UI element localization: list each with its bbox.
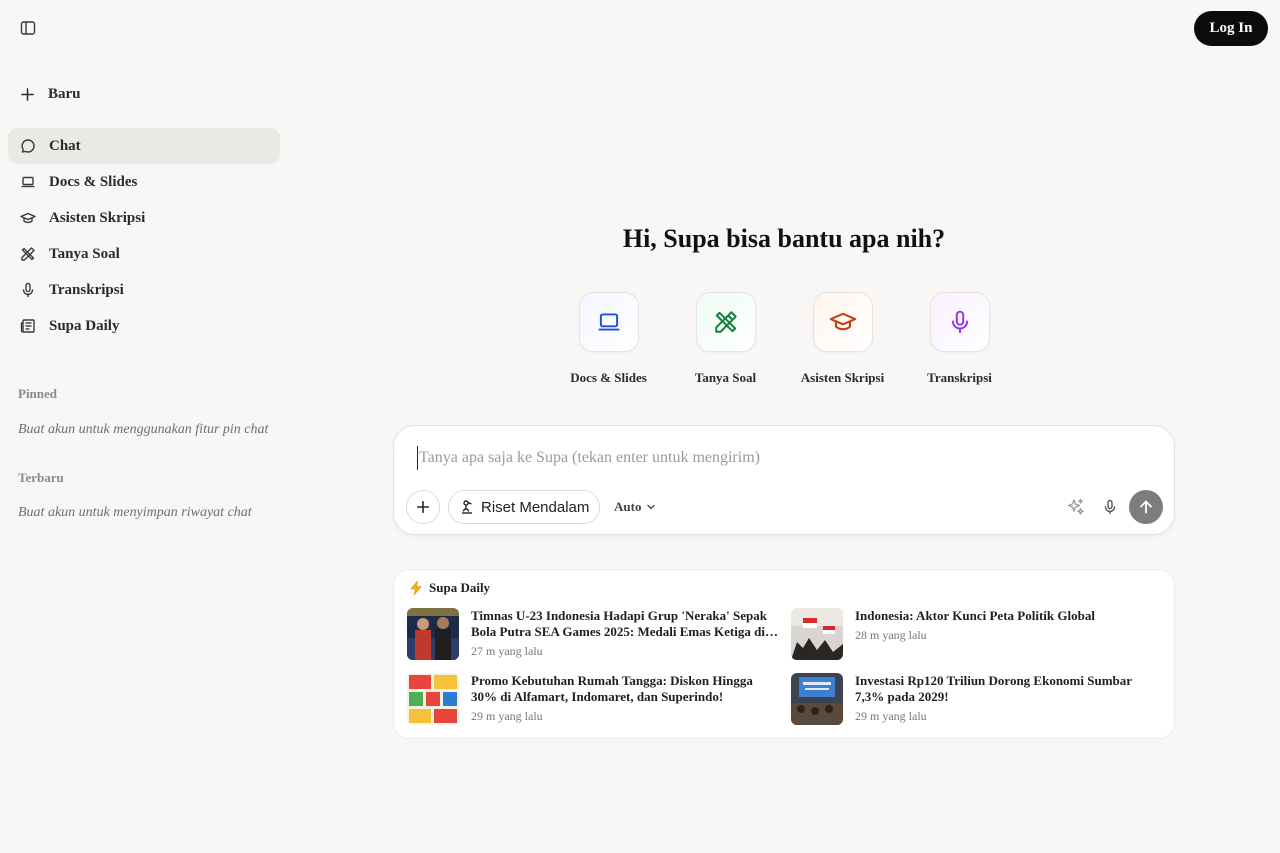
- sidebar-item-label: Chat: [49, 137, 81, 154]
- sidebar-item-asisten-skripsi[interactable]: Asisten Skripsi: [8, 200, 280, 236]
- sidebar-item-supa-daily[interactable]: Supa Daily: [8, 308, 280, 344]
- news-time: 29 m yang lalu: [471, 709, 543, 723]
- feature-label: Asisten Skripsi: [800, 370, 885, 385]
- microphone-icon: [1102, 499, 1118, 515]
- attach-button[interactable]: [406, 490, 440, 524]
- feature-label: Transkripsi: [927, 370, 992, 385]
- feature-asisten-skripsi[interactable]: Asisten Skripsi: [784, 292, 901, 386]
- news-time: 29 m yang lalu: [855, 709, 927, 723]
- lightning-icon: [408, 580, 424, 596]
- sidebar-item-transkripsi[interactable]: Transkripsi: [8, 272, 280, 308]
- news-thumbnail: [791, 608, 843, 660]
- pinned-section-label: Pinned: [18, 386, 58, 401]
- sidebar-item-label: Asisten Skripsi: [49, 209, 146, 226]
- chevron-down-icon: [645, 501, 657, 513]
- laptop-icon: [20, 174, 36, 190]
- news-item[interactable]: Timnas U-23 Indonesia Hadapi Grup 'Nerak…: [407, 608, 779, 662]
- microphone-icon: [929, 292, 990, 352]
- sidebar-item-chat[interactable]: Chat: [8, 128, 280, 164]
- supa-daily-panel: Supa Daily Timnas U-23 Indonesia Hadapi …: [393, 569, 1175, 739]
- news-time: 28 m yang lalu: [855, 628, 927, 642]
- recent-empty-note: Buat akun untuk menyimpan riwayat chat: [18, 505, 252, 520]
- sparkle-icon: [1066, 497, 1086, 517]
- voice-input-button[interactable]: [1098, 495, 1122, 519]
- sidebar-item-label: Tanya Soal: [49, 245, 120, 262]
- plus-icon: [20, 87, 35, 102]
- news-item[interactable]: Investasi Rp120 Triliun Dorong Ekonomi S…: [791, 673, 1163, 727]
- feature-shortcuts: Docs & Slides Tanya Soal Asisten Skripsi…: [550, 292, 1018, 386]
- news-title: Timnas U-23 Indonesia Hadapi Grup 'Nerak…: [471, 608, 767, 639]
- supa-daily-title: Supa Daily: [429, 580, 491, 595]
- new-chat-label: Baru: [48, 85, 81, 102]
- model-select-label: Auto: [614, 499, 642, 514]
- pinned-empty-note: Buat akun untuk menggunakan fitur pin ch…: [18, 422, 269, 437]
- arrow-up-icon: [1138, 499, 1154, 515]
- newspaper-icon: [20, 318, 36, 334]
- sidebar-item-docs-slides[interactable]: Docs & Slides: [8, 164, 280, 200]
- chat-input[interactable]: [417, 446, 1137, 470]
- supa-daily-header: Supa Daily: [408, 580, 490, 596]
- login-button[interactable]: Log In: [1194, 11, 1268, 46]
- feature-docs-slides[interactable]: Docs & Slides: [550, 292, 667, 386]
- feature-tanya-soal[interactable]: Tanya Soal: [667, 292, 784, 386]
- sidebar-nav: Chat Docs & Slides Asisten Skripsi Tanya…: [8, 128, 280, 344]
- laptop-icon: [578, 292, 639, 352]
- sidebar-item-label: Transkripsi: [49, 281, 124, 298]
- pencil-ruler-icon: [20, 246, 36, 262]
- new-chat-button[interactable]: Baru: [8, 76, 280, 112]
- graduation-cap-icon: [812, 292, 873, 352]
- news-title: Investasi Rp120 Triliun Dorong Ekonomi S…: [855, 673, 1132, 704]
- send-button[interactable]: [1129, 490, 1163, 524]
- news-title: Promo Kebutuhan Rumah Tangga: Diskon Hin…: [471, 673, 753, 704]
- research-icon: [459, 499, 475, 515]
- sidebar-item-label: Docs & Slides: [49, 173, 138, 190]
- graduation-cap-icon: [20, 210, 36, 226]
- recent-section-label: Terbaru: [18, 470, 64, 485]
- pencil-ruler-icon: [695, 292, 756, 352]
- feature-label: Tanya Soal: [694, 370, 757, 385]
- feature-label: Docs & Slides: [570, 370, 647, 385]
- news-item[interactable]: Indonesia: Aktor Kunci Peta Politik Glob…: [791, 608, 1163, 662]
- sidebar-item-tanya-soal[interactable]: Tanya Soal: [8, 236, 280, 272]
- news-thumbnail: [791, 673, 843, 725]
- microphone-icon: [20, 282, 36, 298]
- news-thumbnail: [407, 608, 459, 660]
- sidebar: Baru Chat Docs & Slides Asisten Skripsi …: [0, 0, 288, 853]
- chat-bubble-icon: [20, 138, 36, 154]
- news-title: Indonesia: Aktor Kunci Peta Politik Glob…: [855, 608, 1095, 623]
- deep-research-button[interactable]: Riset Mendalam: [448, 490, 601, 524]
- chat-composer: Riset Mendalam Auto: [393, 425, 1175, 535]
- news-item[interactable]: Promo Kebutuhan Rumah Tangga: Diskon Hin…: [407, 673, 779, 727]
- news-time: 27 m yang lalu: [471, 644, 543, 658]
- feature-transkripsi[interactable]: Transkripsi: [901, 292, 1018, 386]
- model-select[interactable]: Auto: [614, 490, 657, 524]
- page-title: Hi, Supa bisa bantu apa nih?: [622, 224, 946, 253]
- deep-research-label: Riset Mendalam: [481, 498, 590, 516]
- enhance-prompt-button[interactable]: [1064, 495, 1088, 519]
- plus-icon: [416, 500, 430, 514]
- sidebar-item-label: Supa Daily: [49, 317, 120, 334]
- news-thumbnail: [407, 673, 459, 725]
- sidebar-toggle-icon: [20, 20, 36, 36]
- sidebar-toggle-button[interactable]: [16, 16, 40, 40]
